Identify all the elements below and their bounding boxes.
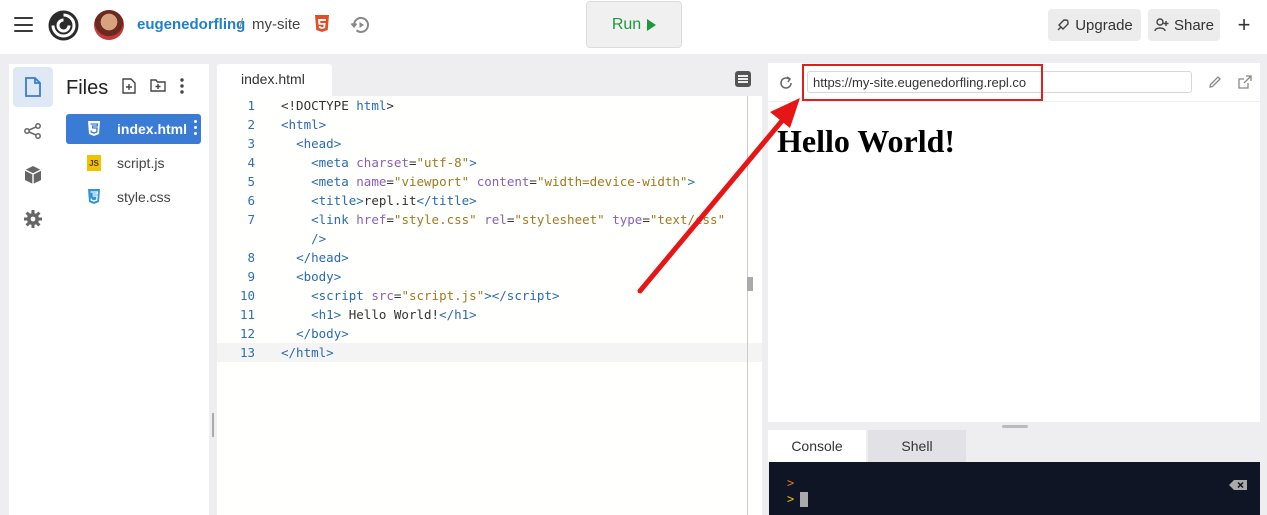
version-control-nav-button[interactable] [13, 111, 53, 151]
code-line: 6 <title>repl.it</title> [247, 193, 477, 208]
replit-logo-icon[interactable] [47, 9, 80, 42]
code-line: 7 <link href="style.css" rel="stylesheet… [247, 212, 726, 227]
preview-pane: Hello World! [768, 102, 1260, 422]
file-item-index-html[interactable]: index.html [66, 114, 201, 144]
code-line: 9 <body> [247, 269, 342, 284]
editor-menu-icon[interactable] [735, 71, 751, 87]
panel-resize-handle[interactable] [212, 413, 214, 437]
upgrade-label: Upgrade [1075, 16, 1133, 34]
files-title: Files [66, 77, 109, 99]
console-prompt: > [787, 476, 795, 490]
code-line: 13 </html> [217, 343, 762, 362]
code-line: 8 </head> [247, 250, 349, 265]
add-folder-icon[interactable] [150, 78, 166, 92]
share-label: Share [1173, 16, 1215, 34]
console-cursor [800, 492, 808, 507]
file-name: script.js [117, 155, 165, 171]
gear-icon [24, 210, 42, 228]
code-editor[interactable]: 1 <!DOCTYPE html> 2 <html> 3 <head> 4 <met… [217, 96, 762, 515]
sidebar-rail [9, 64, 57, 515]
console-output[interactable]: > > [769, 462, 1260, 515]
html5-icon [87, 121, 101, 137]
files-panel: Files index.html JS script.js style.css [57, 64, 209, 515]
top-bar: eugenedorfling / my-site Run Upgrade Sha… [0, 0, 1267, 54]
code-line: 5 <meta name="viewport" content="width=d… [247, 174, 695, 189]
editor-pane: index.html 1 <!DOCTYPE html> 2 <html> 3 <h… [217, 64, 762, 515]
code-line: /> [311, 231, 327, 246]
editor-scrollbar-thumb[interactable] [747, 277, 753, 291]
code-line: 11 <h1> Hello World!</h1> [239, 307, 477, 322]
share-nodes-icon [24, 123, 41, 139]
avatar[interactable] [94, 10, 124, 40]
editor-scrollbar[interactable] [747, 96, 748, 515]
tab-index-html[interactable]: index.html [217, 64, 332, 96]
play-icon [647, 18, 657, 31]
code-line: 4 <meta charset="utf-8"> [247, 155, 477, 170]
tab-shell[interactable]: Shell [868, 430, 966, 462]
preview-toolbar [768, 63, 1260, 102]
history-icon[interactable] [350, 14, 372, 36]
breadcrumb-separator: / [239, 16, 244, 33]
code-line: 2 <html> [247, 117, 327, 132]
file-name: style.css [117, 189, 171, 205]
packages-nav-button[interactable] [13, 155, 53, 195]
repl-name[interactable]: my-site [252, 16, 300, 33]
tab-console[interactable]: Console [768, 430, 866, 462]
code-line: 3 <head> [247, 136, 342, 151]
add-file-icon[interactable] [122, 78, 136, 94]
file-name: index.html [117, 121, 188, 137]
breadcrumb-user-link[interactable]: eugenedorfling [137, 16, 245, 33]
code-line: 1 <!DOCTYPE html> [247, 98, 394, 113]
pencil-icon[interactable] [1208, 75, 1222, 89]
run-button[interactable]: Run [586, 1, 682, 48]
js-icon: JS [87, 155, 101, 171]
code-line: 12 </body> [239, 326, 349, 341]
css3-icon [87, 189, 101, 205]
file-icon [25, 77, 41, 97]
clear-console-icon[interactable] [1229, 480, 1247, 490]
file-options-icon[interactable] [194, 120, 197, 135]
code-line: 10 <script src="script.js"></script> [239, 288, 560, 303]
files-nav-button[interactable] [13, 67, 53, 107]
cube-icon [24, 166, 42, 184]
files-actions [122, 78, 184, 94]
console-tabs: Console Shell [768, 430, 1260, 462]
add-person-icon [1154, 18, 1169, 32]
url-highlight-box [802, 64, 1043, 101]
share-button[interactable]: Share [1148, 9, 1220, 41]
console-prompt: > [787, 492, 795, 506]
open-external-icon[interactable] [1238, 75, 1252, 89]
preview-heading: Hello World! [777, 123, 956, 159]
new-tab-button[interactable]: + [1234, 13, 1254, 37]
more-options-icon[interactable] [180, 78, 184, 94]
file-item-script-js[interactable]: JS script.js [66, 148, 201, 178]
rocket-icon [1057, 19, 1069, 31]
file-item-style-css[interactable]: style.css [66, 182, 201, 212]
pane-resize-handle[interactable] [1002, 425, 1028, 428]
settings-nav-button[interactable] [13, 199, 53, 239]
html5-icon [315, 15, 329, 32]
reload-icon[interactable] [778, 75, 794, 91]
run-label: Run [611, 15, 642, 33]
upgrade-button[interactable]: Upgrade [1048, 9, 1141, 41]
menu-icon[interactable] [14, 17, 33, 32]
